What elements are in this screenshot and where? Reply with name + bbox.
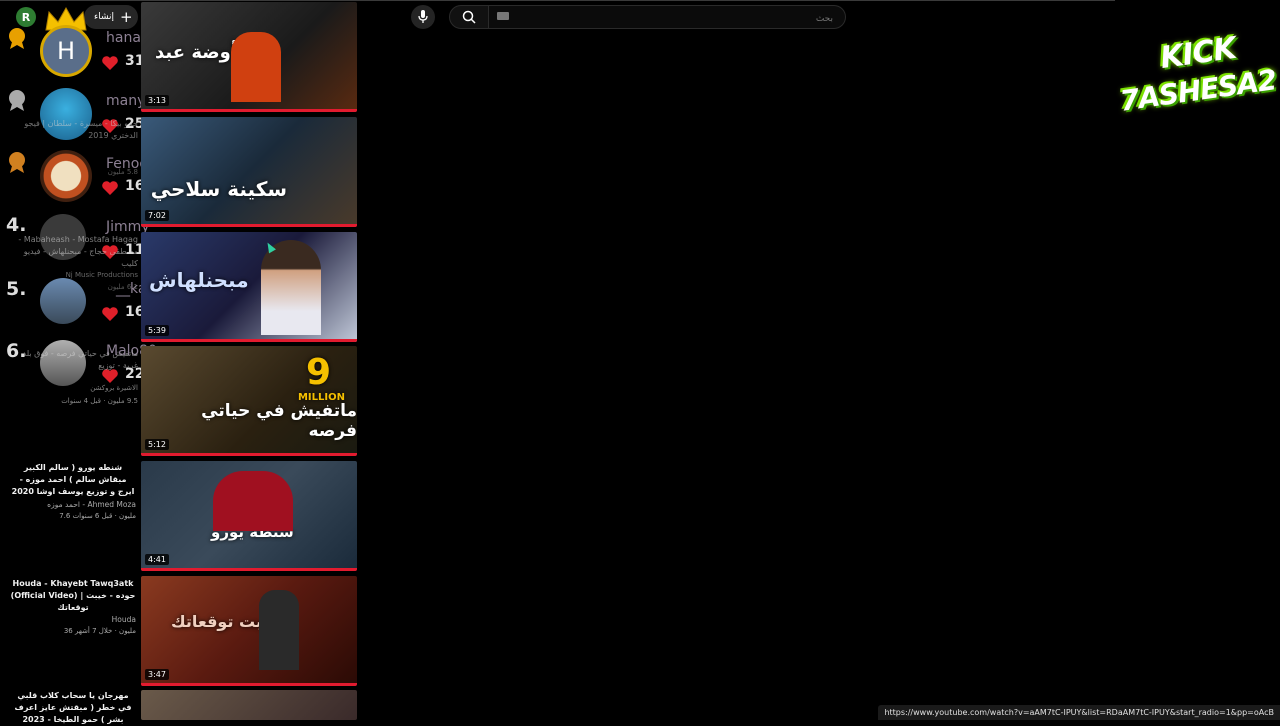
thumbnail-text: سكينة سلاحي [150,177,287,201]
avatar-letter: H [56,37,76,65]
list-item-meta: 9.5 مليون · قبل 4 سنوات [61,397,138,405]
video-duration: 4:41 [145,554,169,565]
watched-progress [141,683,357,686]
watched-progress [141,453,357,456]
thumbnail-badge-label: MILLION [297,392,345,403]
thumbnail-figure [259,590,299,670]
video-duration: 5:12 [145,439,169,450]
account-avatar[interactable]: R [16,7,36,27]
plus-icon: + [120,7,133,26]
video-thumbnail[interactable]: مبحنلهاش 5:39 [141,232,357,342]
create-label: إنشاء [94,12,115,22]
video-duration: 5:39 [145,325,169,336]
video-thumbnail[interactable]: أوضة عبد 3:13 [141,2,357,112]
thumbnail-figure [261,240,321,335]
list-item-title[interactable]: Mabaheash - Mostafa Hagag - مصطفى حجاج -… [8,234,138,270]
list-item-channel[interactable]: Houda [10,615,136,624]
watched-progress [141,568,357,571]
keyboard-icon[interactable] [497,12,509,20]
leader-avatar-3 [40,150,92,202]
search-input[interactable] [489,8,845,30]
search-field[interactable] [489,5,846,30]
video-thumbnail[interactable]: خيبت توقعاتك 3:47 [141,576,357,686]
top-divider [0,0,1115,1]
video-duration: 3:13 [145,95,169,106]
heart-icon [102,56,118,70]
list-item-meta: 6.1 مليون [107,283,138,291]
video-thumbnail[interactable]: سكينة سلاحي 7:02 [141,117,357,227]
list-item-title[interactable]: مهرجان يا سحاب كلاب قلبي في خطر ( مبقتش … [10,690,136,726]
create-button[interactable]: إنشاء + [84,5,138,29]
video-thumbnail[interactable]: شنطة يورو 4:41 [141,461,357,571]
list-item-title[interactable]: Houda - Khayebt Tawq3atk (Official Video… [10,578,136,614]
status-bar-url: https://www.youtube.com/watch?v=aAM7tC-I… [878,705,1280,720]
video-duration: 7:02 [145,210,169,221]
search-icon [462,10,476,24]
watched-progress [141,339,357,342]
gold-medal-icon [9,28,25,49]
rank-4: 4. [6,214,27,236]
search-button[interactable] [449,5,489,29]
list-item-title[interactable]: ماتفيش في حياتي فرصه - فوق بلد غربة - تو… [8,348,139,372]
list-item-meta: 5.8 مليون [107,168,138,176]
list-item-meta: 7.6 مليون · قبل 6 سنوات [59,512,136,520]
list-item-channel: Nj Music Productions [65,271,138,279]
list-item-meta: 36 مليون · خلال 7 أشهر [63,627,136,635]
list-item-title[interactable]: شنطه يورو ( سالم الكبير مبقاش سالم ) احم… [10,462,136,498]
avatar-letter: R [21,10,31,24]
thumbnail-text: ماتفيش في حياتي فرصه [201,401,357,441]
thumbnail-badge: 9 [305,352,331,393]
watched-progress [141,109,357,112]
thumbnail-text: أوضة عبد [155,42,237,63]
list-item-channel: الاشيرة بروكشن [90,384,138,392]
list-item-channel[interactable]: احمد موزه - Ahmed Moza [10,500,136,509]
silver-medal-icon [9,90,25,111]
thumbnail-text: مبحنلهاش [149,268,249,292]
video-thumbnail[interactable] [141,690,357,720]
video-thumbnail[interactable]: ماتفيش في حياتي فرصه 9 MILLION 5:12 [141,346,357,456]
heart-icon [102,181,118,195]
video-duration: 3:47 [145,669,169,680]
heart-icon [102,307,118,321]
watched-progress [141,224,357,227]
voice-search-button[interactable] [411,5,435,29]
thumbnail-figure [231,32,281,102]
channel-logo: KICK 7ASHESA2 [1116,0,1280,164]
leader-avatar-1: H [40,25,92,77]
mic-icon [418,10,428,23]
list-item-title[interactable]: حمو بيكا - ميسرة - سلطان | فيجو الدختري … [8,118,138,142]
thumbnail-figure [213,471,293,531]
